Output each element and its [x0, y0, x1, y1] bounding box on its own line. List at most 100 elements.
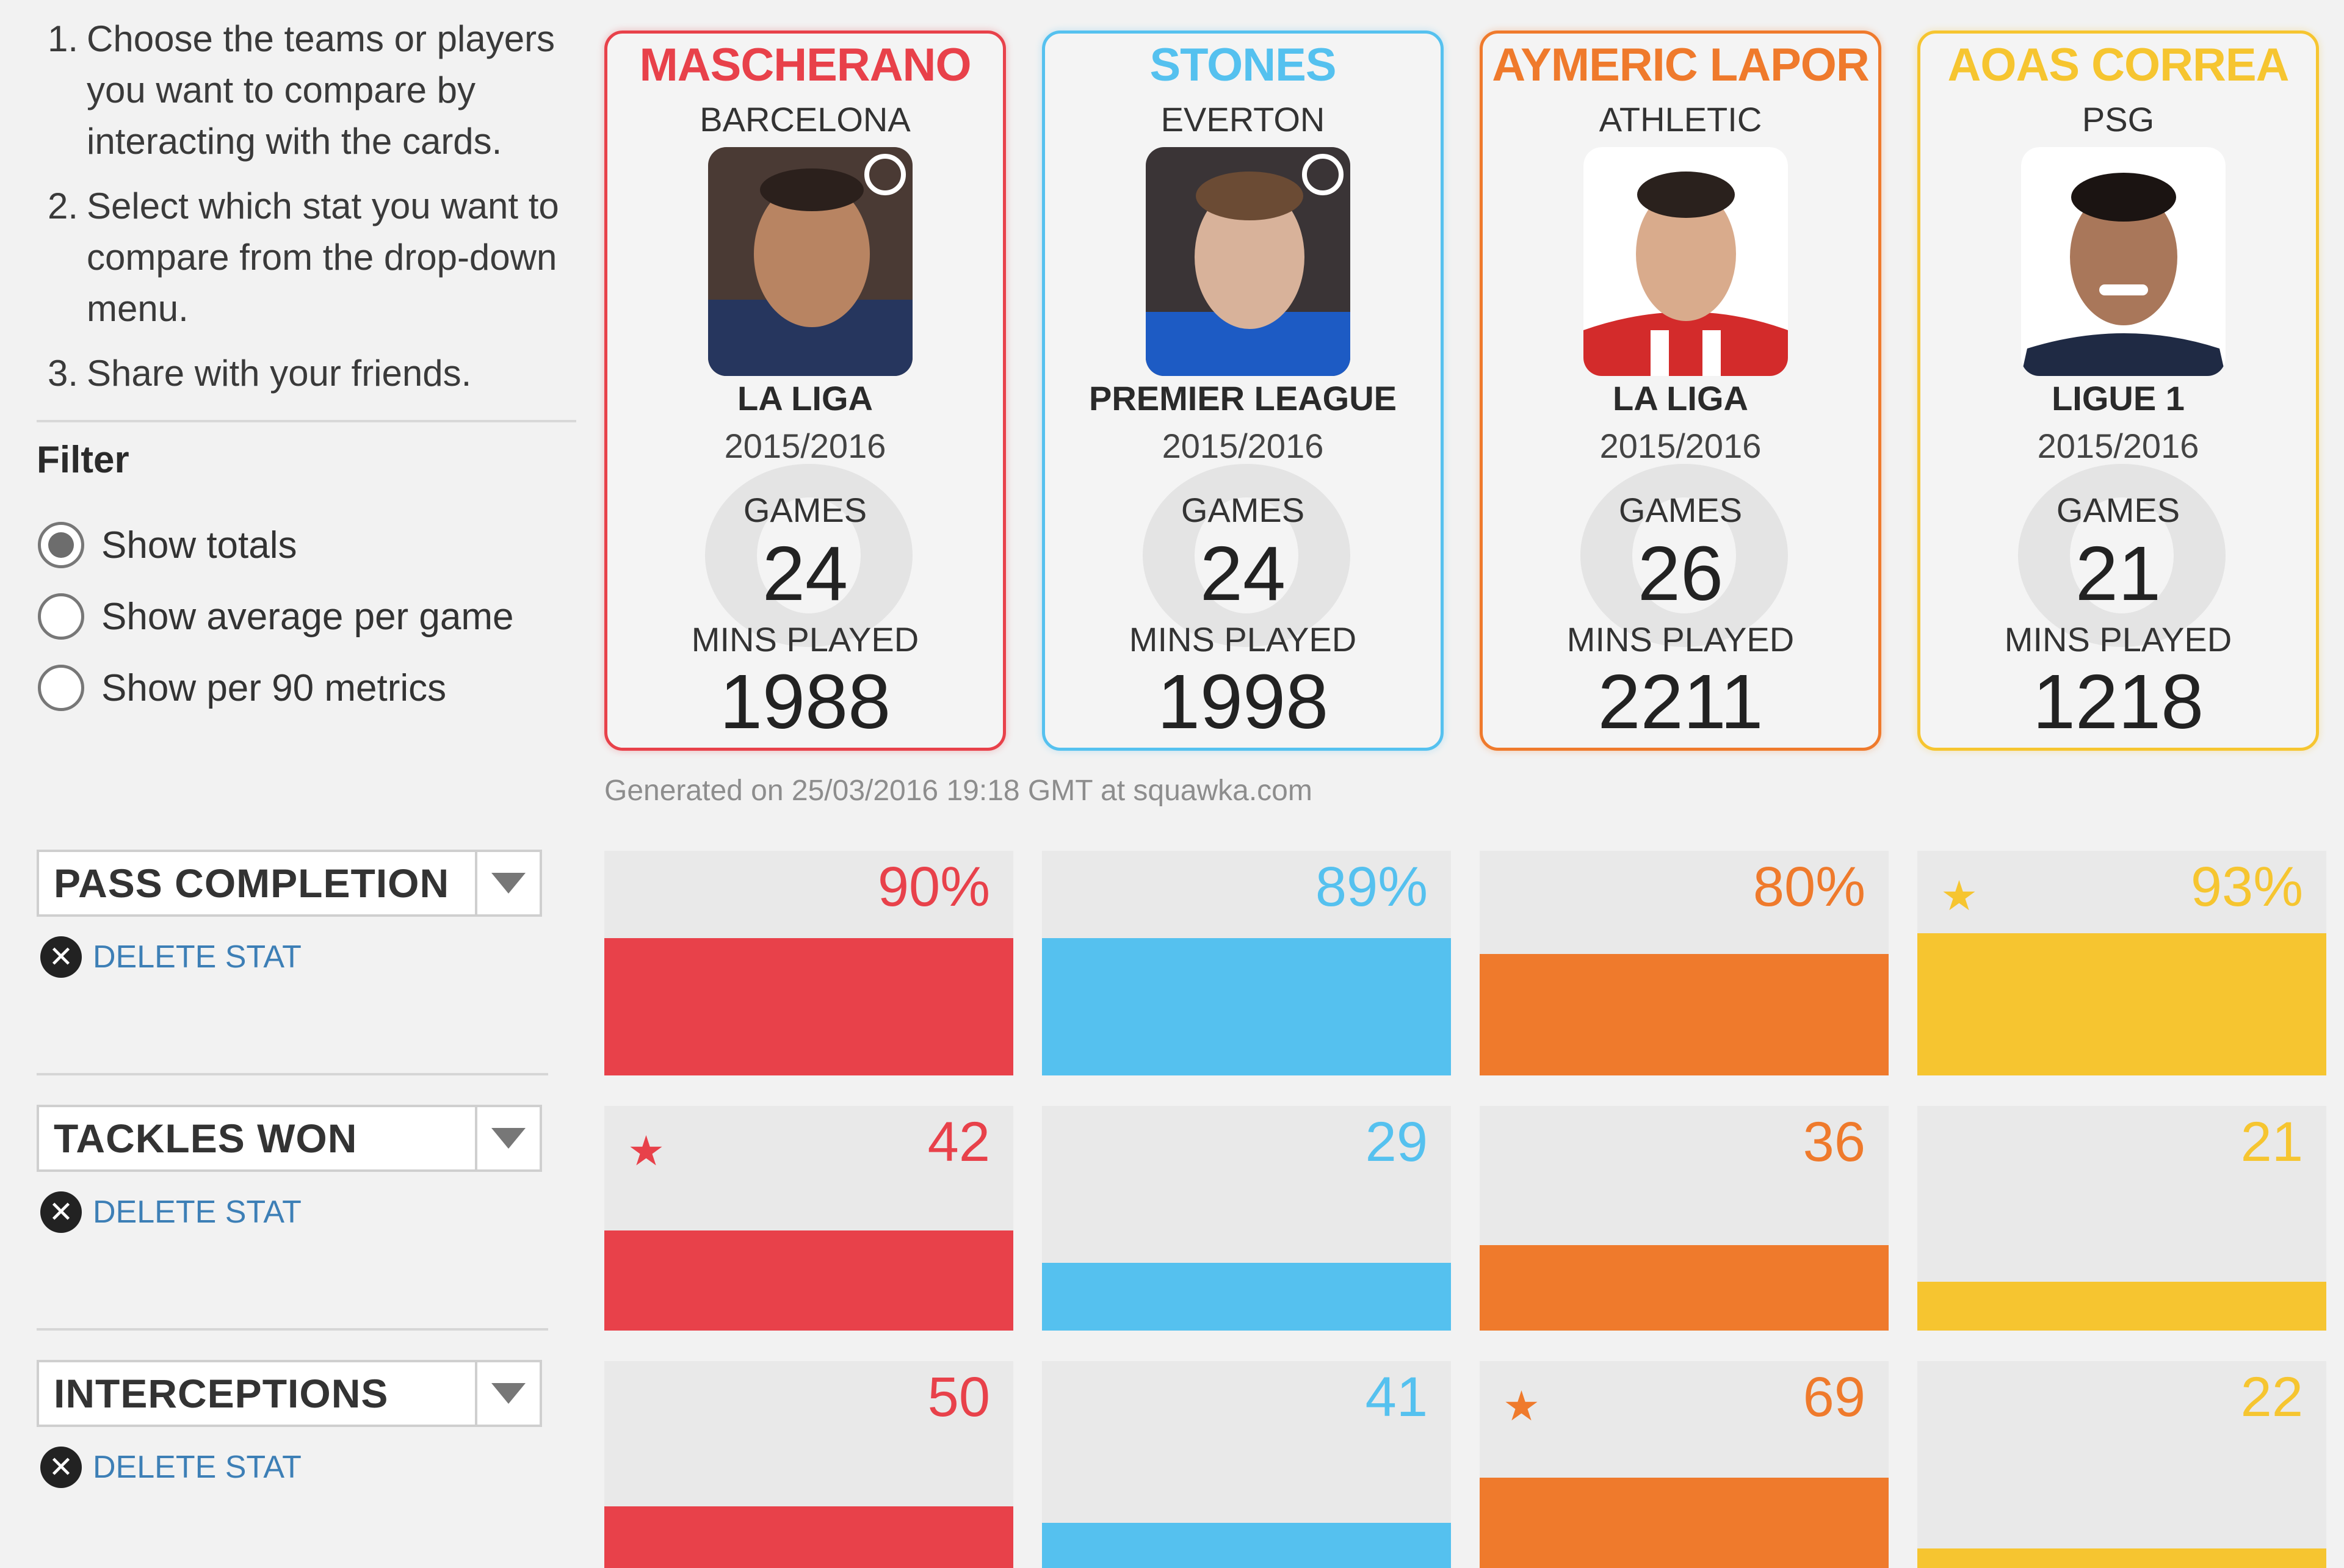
filter-option-label: Show average per game: [101, 595, 514, 638]
stat-select-label: INTERCEPTIONS: [54, 1371, 389, 1416]
stat-bar: [604, 1506, 1013, 1568]
stat-select-pass-completion[interactable]: PASS COMPLETION: [37, 850, 542, 917]
chevron-down-icon[interactable]: [475, 852, 540, 914]
stat-bar: [1480, 1478, 1889, 1568]
player-photo: [1583, 147, 1788, 376]
stat-bar: [1480, 1245, 1889, 1331]
player-card-correa[interactable]: AOAS CORREA PSG LIGUE 1 2015/2016 GAMES …: [1917, 31, 2319, 751]
stat-value: 80%: [1753, 856, 1865, 918]
filter-option-totals[interactable]: Show totals: [38, 522, 297, 568]
instruction-item: 2. Select which stat you want to compare …: [48, 186, 559, 329]
star-icon: ★: [1503, 1383, 1540, 1429]
player-card-stones[interactable]: STONES EVERTON PREMIER LEAGUE 2015/2016 …: [1042, 31, 1444, 751]
stat-bar: [604, 1230, 1013, 1331]
stat-select-tackles-won[interactable]: TACKLES WON: [37, 1105, 542, 1172]
filter-option-average[interactable]: Show average per game: [38, 593, 514, 640]
games-label: GAMES: [743, 491, 867, 529]
divider: [37, 420, 576, 422]
games-value: 24: [1199, 530, 1286, 616]
stat-cell: 69 ★: [1480, 1361, 1889, 1568]
games-value: 21: [2075, 530, 2161, 616]
player-photo: [708, 147, 913, 376]
stat-cell: 80%: [1480, 851, 1889, 1075]
chevron-down-icon[interactable]: [475, 1362, 540, 1425]
stat-value: 69: [1803, 1366, 1865, 1428]
stat-bar: [1917, 933, 2326, 1075]
stat-value: 89%: [1315, 856, 1428, 918]
stat-value: 21: [2240, 1111, 2303, 1173]
mins-value: 1218: [2032, 659, 2204, 745]
delete-stat-button[interactable]: ✕ DELETE STAT: [40, 1447, 302, 1488]
delete-stat-button[interactable]: ✕ DELETE STAT: [40, 1191, 302, 1233]
player-season: 2015/2016: [1599, 427, 1762, 465]
stat-bar: [1480, 954, 1889, 1075]
stat-value: 50: [927, 1366, 990, 1428]
divider: [37, 1073, 548, 1075]
close-circle-icon: ✕: [40, 1447, 82, 1488]
player-league: LIGUE 1: [2052, 379, 2185, 417]
player-season: 2015/2016: [1162, 427, 1324, 465]
stat-cell: 29: [1042, 1106, 1451, 1331]
mins-label: MINS PLAYED: [691, 620, 919, 659]
stat-value: 42: [927, 1111, 990, 1173]
stat-cell: 22: [1917, 1361, 2326, 1568]
games-value: 26: [1637, 530, 1724, 616]
player-team: EVERTON: [1160, 100, 1325, 139]
delete-stat-label: DELETE STAT: [93, 939, 302, 975]
stat-bar: [1042, 938, 1451, 1075]
player-name: AOAS CORREA: [1947, 39, 2289, 91]
player-league: PREMIER LEAGUE: [1088, 379, 1397, 417]
stat-select-label: PASS COMPLETION: [54, 861, 450, 906]
filter-option-per90[interactable]: Show per 90 metrics: [38, 665, 446, 711]
stat-cell: 36: [1480, 1106, 1889, 1331]
player-league: LA LIGA: [1613, 379, 1748, 417]
stat-select-label: TACKLES WON: [54, 1116, 358, 1161]
stat-value: 90%: [877, 856, 990, 918]
stat-bar: [1042, 1263, 1451, 1331]
stat-bar: [1917, 1282, 2326, 1331]
radio-icon[interactable]: [38, 665, 84, 711]
stat-bar: [1042, 1523, 1451, 1568]
player-name: AYMERIC LAPOR: [1492, 39, 1870, 91]
chevron-down-icon[interactable]: [475, 1107, 540, 1169]
stat-cell: 42 ★: [604, 1106, 1013, 1331]
games-label: GAMES: [2056, 491, 2180, 529]
stat-bar: [1917, 1548, 2326, 1568]
stat-value: 29: [1365, 1111, 1428, 1173]
player-season: 2015/2016: [724, 427, 886, 465]
radio-icon[interactable]: [38, 593, 84, 640]
stat-cell: 89%: [1042, 851, 1451, 1075]
games-label: GAMES: [1181, 491, 1305, 529]
player-team: BARCELONA: [700, 100, 911, 139]
delete-stat-button[interactable]: ✕ DELETE STAT: [40, 936, 302, 978]
player-photo: [2021, 147, 2226, 376]
mins-value: 1998: [1157, 659, 1329, 745]
mins-label: MINS PLAYED: [2004, 620, 2232, 659]
player-name: STONES: [1149, 39, 1336, 91]
filter-option-label: Show totals: [101, 524, 297, 566]
stat-cell: 41: [1042, 1361, 1451, 1568]
mins-label: MINS PLAYED: [1566, 620, 1795, 659]
stat-value: 36: [1803, 1111, 1865, 1173]
radio-selected-icon[interactable]: [38, 522, 84, 568]
filter-option-label: Show per 90 metrics: [101, 667, 447, 709]
player-card-laporte[interactable]: AYMERIC LAPOR ATHLETIC LA LIGA 2015/2016…: [1480, 31, 1881, 751]
mins-value: 1988: [719, 659, 891, 745]
games-label: GAMES: [1618, 491, 1743, 529]
divider: [37, 1328, 548, 1331]
player-card-mascherano[interactable]: MASCHERANO BARCELONA LA LIGA 2015/2016 G…: [604, 31, 1006, 751]
stat-value: 93%: [2190, 856, 2303, 918]
player-league: LA LIGA: [737, 379, 873, 417]
player-team: PSG: [2082, 100, 2155, 139]
star-icon: ★: [1941, 873, 1978, 919]
games-value: 24: [762, 530, 848, 616]
player-season: 2015/2016: [2037, 427, 2199, 465]
close-circle-icon: ✕: [40, 936, 82, 978]
generated-note: Generated on 25/03/2016 19:18 GMT at squ…: [604, 775, 1312, 807]
close-circle-icon: ✕: [40, 1191, 82, 1233]
stat-value: 22: [2240, 1366, 2303, 1428]
filter-title: Filter: [37, 439, 129, 481]
delete-stat-label: DELETE STAT: [93, 1450, 302, 1485]
stat-select-interceptions[interactable]: INTERCEPTIONS: [37, 1360, 542, 1427]
mins-value: 2211: [1597, 659, 1763, 745]
